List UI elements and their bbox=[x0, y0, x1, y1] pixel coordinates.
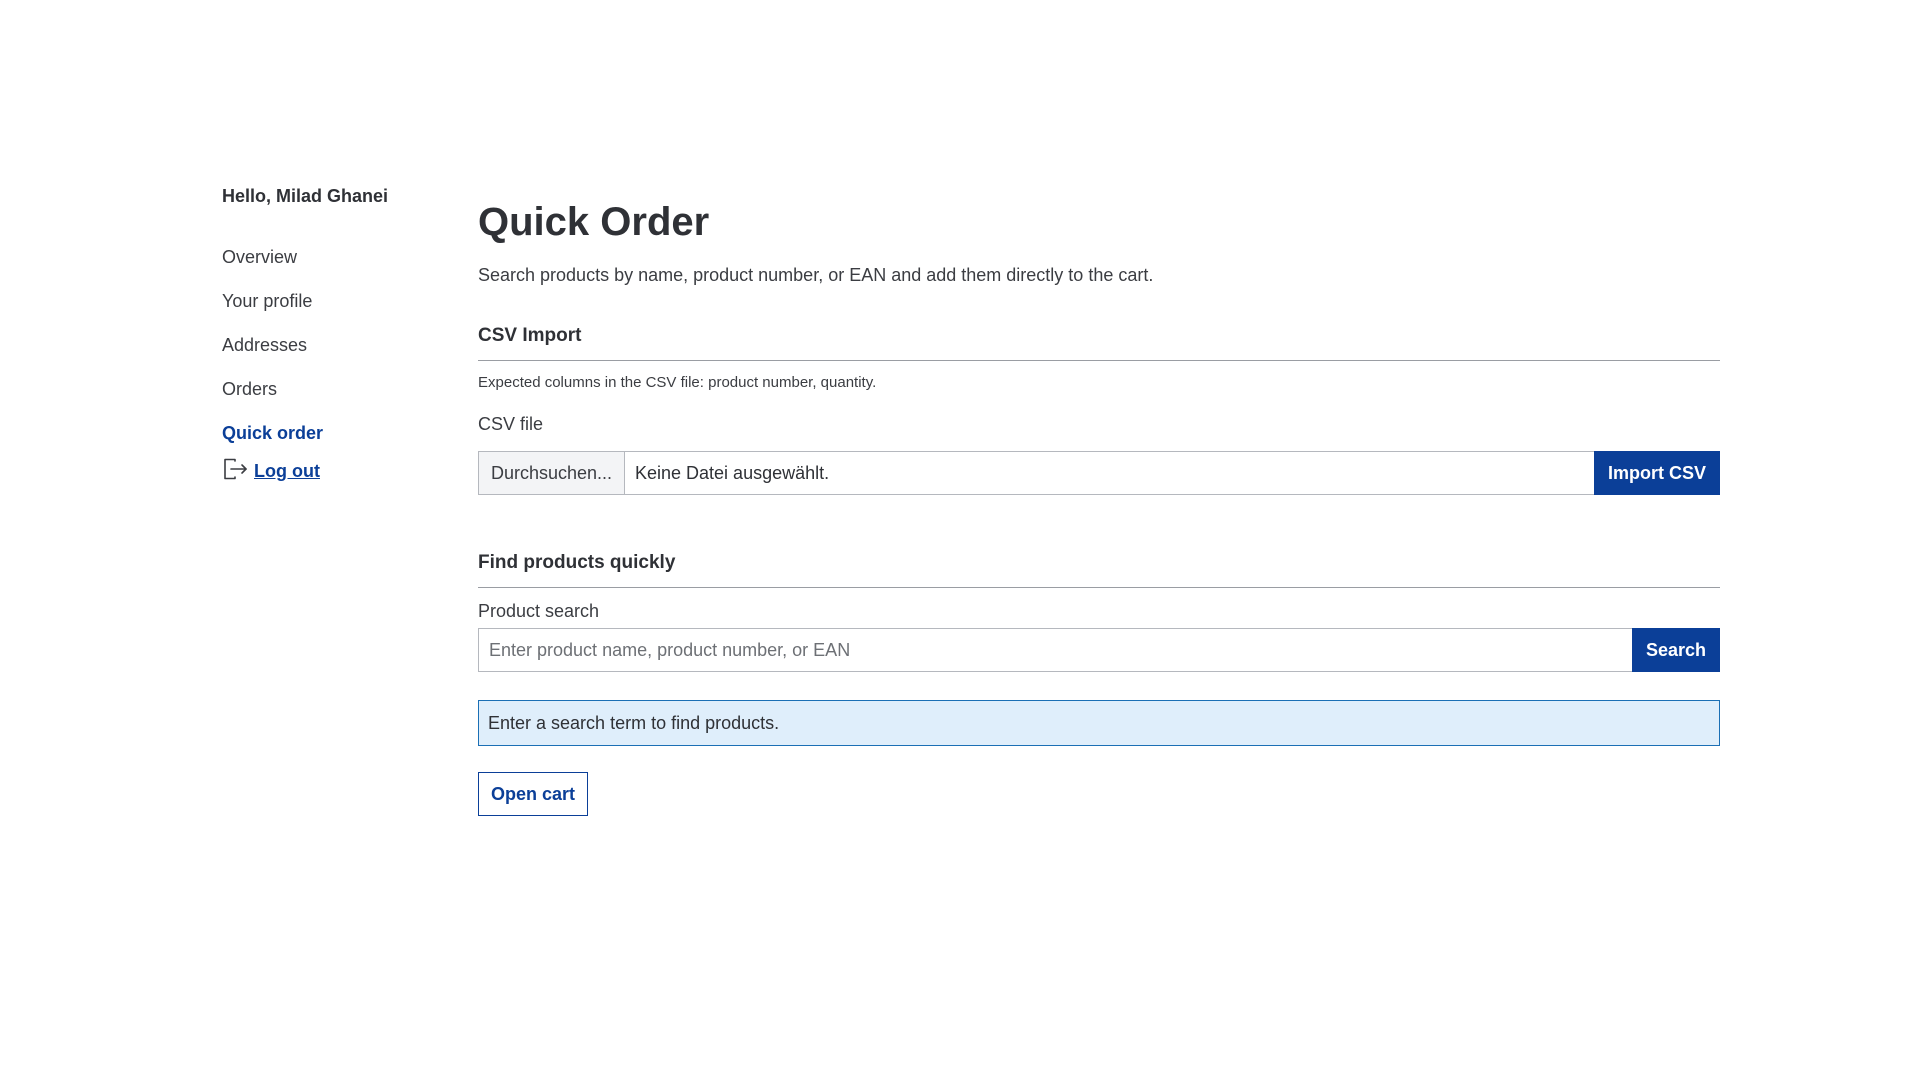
browse-button[interactable]: Durchsuchen... bbox=[479, 452, 625, 494]
csv-import-heading: CSV Import bbox=[478, 324, 1720, 361]
file-status: Keine Datei ausgewählt. bbox=[635, 462, 830, 483]
csv-import-section: CSV Import Expected columns in the CSV f… bbox=[478, 324, 1720, 495]
greeting: Hello, Milad Ghanei bbox=[222, 186, 389, 206]
sidebar-item-quick-order[interactable]: Quick order bbox=[222, 411, 452, 455]
sidebar-item-label[interactable]: Quick order bbox=[222, 423, 323, 444]
find-products-heading: Find products quickly bbox=[478, 551, 1720, 588]
sidebar-item-addresses[interactable]: Addresses bbox=[222, 323, 452, 367]
search-info-message: Enter a search term to find products. bbox=[478, 700, 1720, 746]
account-sidebar: Hello, Milad Ghanei Overview Your profil… bbox=[222, 185, 452, 486]
sidebar-item-orders[interactable]: Orders bbox=[222, 367, 452, 411]
product-search-input[interactable] bbox=[479, 629, 1632, 671]
quick-order-main: Quick Order Search products by name, pro… bbox=[478, 198, 1720, 816]
logout-link[interactable]: Log out bbox=[222, 457, 452, 486]
sidebar-item-overview[interactable]: Overview bbox=[222, 235, 452, 279]
sidebar-item-label[interactable]: Overview bbox=[222, 247, 297, 268]
account-nav: Overview Your profile Addresses Orders Q… bbox=[222, 235, 452, 455]
product-search-label: Product search bbox=[478, 601, 600, 621]
csv-file-input[interactable]: Durchsuchen... Keine Datei ausgewählt. I… bbox=[478, 451, 1720, 495]
find-products-section: Find products quickly Product search Sea… bbox=[478, 551, 1720, 746]
page-title: Quick Order bbox=[478, 200, 710, 244]
product-search-row: Search bbox=[478, 628, 1720, 672]
csv-file-label: CSV file bbox=[478, 414, 544, 434]
sidebar-item-label[interactable]: Your profile bbox=[222, 291, 312, 312]
page-description: Search products by name, product number,… bbox=[478, 265, 1154, 285]
search-button[interactable]: Search bbox=[1632, 628, 1720, 672]
open-cart-button[interactable]: Open cart bbox=[478, 772, 589, 816]
logout-icon bbox=[222, 457, 248, 486]
sidebar-item-label[interactable]: Orders bbox=[222, 379, 277, 400]
sidebar-item-profile[interactable]: Your profile bbox=[222, 279, 452, 323]
logout-label[interactable]: Log out bbox=[254, 461, 320, 482]
import-csv-button[interactable]: Import CSV bbox=[1594, 451, 1720, 495]
csv-hint: Expected columns in the CSV file: produc… bbox=[478, 374, 877, 391]
sidebar-item-label[interactable]: Addresses bbox=[222, 335, 307, 356]
